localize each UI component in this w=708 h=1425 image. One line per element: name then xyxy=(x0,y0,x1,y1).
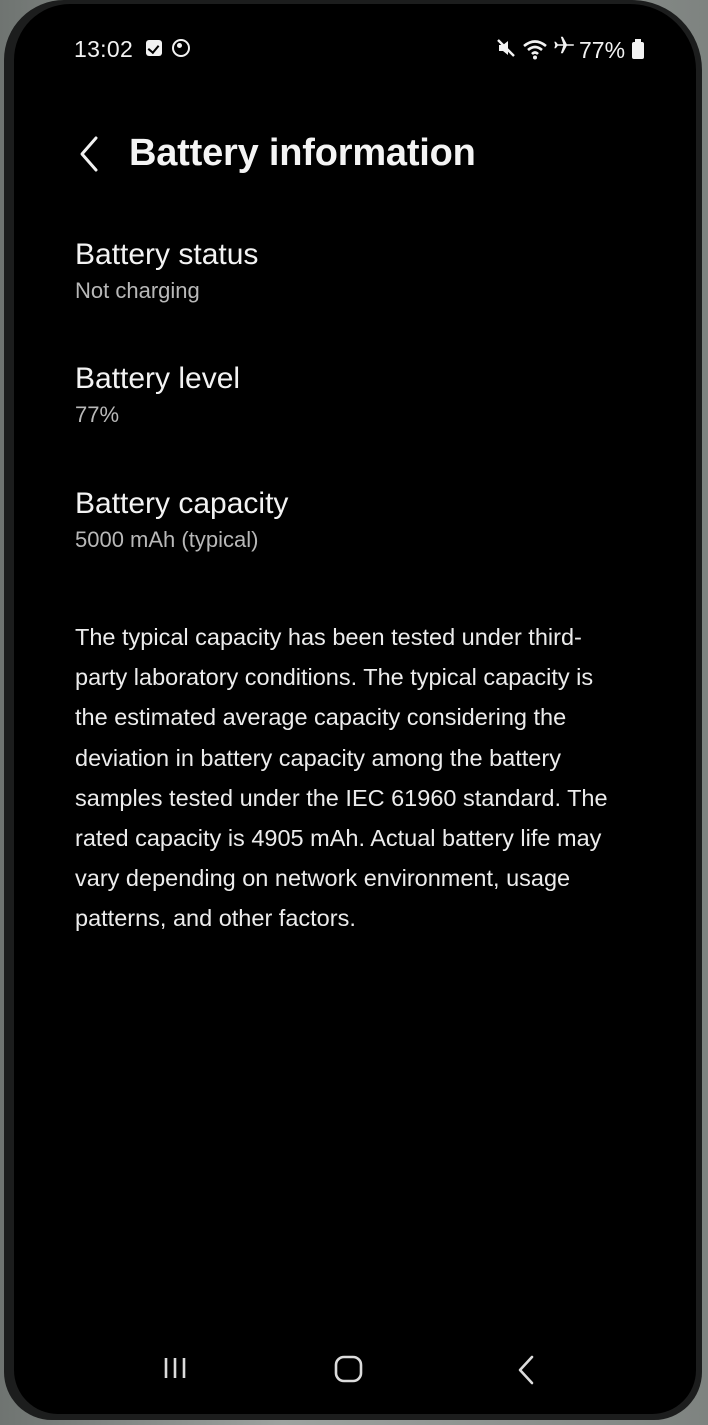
airplane-icon xyxy=(552,34,574,62)
wifi-icon xyxy=(522,38,548,65)
nav-back-button[interactable] xyxy=(506,1344,556,1400)
recent-apps-icon xyxy=(164,1358,186,1378)
back-button[interactable] xyxy=(72,132,112,176)
screen: 13:02 77% Battery information Battery st… xyxy=(14,4,696,1414)
phone-body: 13:02 77% Battery information Battery st… xyxy=(4,0,702,1420)
battery-level-label: Battery level xyxy=(75,362,241,395)
battery-status-item[interactable]: Battery status Not charging xyxy=(75,236,655,306)
back-icon xyxy=(518,1355,534,1385)
battery-icon xyxy=(632,39,644,59)
battery-capacity-value: 5000 mAh (typical) xyxy=(75,527,259,552)
battery-status-label: Battery status xyxy=(75,238,259,271)
recent-apps-button[interactable] xyxy=(152,1344,202,1400)
battery-capacity-label: Battery capacity xyxy=(75,487,289,520)
battery-capacity-item[interactable]: Battery capacity 5000 mAh (typical) xyxy=(75,485,655,555)
status-bar: 13:02 77% xyxy=(14,4,696,84)
calendar-check-icon xyxy=(146,40,162,56)
page-title: Battery information xyxy=(129,132,476,174)
status-time: 13:02 xyxy=(74,36,134,62)
home-button[interactable] xyxy=(324,1344,374,1400)
sync-icon xyxy=(172,39,190,57)
home-icon xyxy=(334,1355,363,1383)
battery-status-value: Not charging xyxy=(75,278,200,303)
mute-icon xyxy=(496,38,518,64)
status-battery-percent: 77% xyxy=(579,37,626,63)
capacity-description: The typical capacity has been tested und… xyxy=(75,624,608,932)
battery-level-item[interactable]: Battery level 77% xyxy=(75,360,655,430)
battery-level-value: 77% xyxy=(75,402,120,427)
chevron-left-icon xyxy=(80,136,98,172)
